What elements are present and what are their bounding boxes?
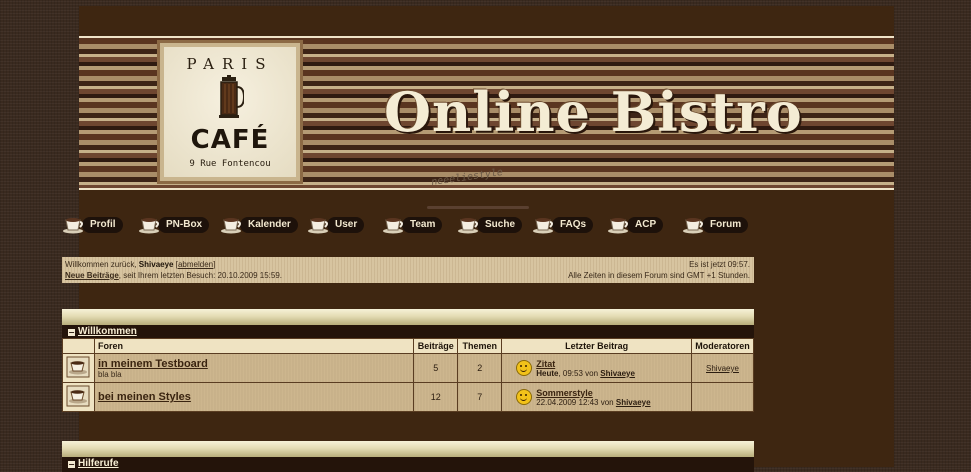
table-header-row: Foren Beiträge Themen Letzter Beitrag Mo…: [62, 338, 755, 354]
coffee-cup-icon: [221, 218, 241, 234]
header-last-post: Letzter Beitrag: [501, 338, 692, 354]
forum-cell: bei meinen Styles: [93, 382, 415, 412]
coffee-cup-icon: [383, 218, 403, 234]
nav-pn-box[interactable]: PN-Box: [138, 214, 210, 236]
new-posts-link[interactable]: Neue Beiträge: [65, 271, 119, 280]
nav-label: PN-Box: [158, 217, 210, 233]
nav-label: FAQs: [552, 217, 594, 233]
last-post-meta: Heute, 09:53 von Shivaeye: [536, 369, 635, 378]
nav-forum[interactable]: Forum: [682, 214, 749, 236]
last-post-link[interactable]: Zitat: [536, 359, 635, 369]
forum-table: Foren Beiträge Themen Letzter Beitrag Mo…: [62, 338, 755, 412]
logout-link[interactable]: abmelden: [178, 260, 213, 269]
logo-address: 9 Rue Fontencou: [189, 159, 271, 169]
nav-kalender[interactable]: Kalender: [220, 214, 298, 236]
last-post-time: , 09:53 von: [558, 368, 601, 378]
smiley-icon: [516, 389, 533, 405]
last-post-user[interactable]: Shivaeye: [616, 398, 651, 407]
collapse-icon[interactable]: −: [67, 460, 76, 469]
threads-count: 2: [457, 353, 503, 383]
coffee-cup-icon: [458, 218, 478, 234]
nav-label: ACP: [627, 217, 664, 233]
threads-count: 7: [457, 382, 503, 412]
nav-team[interactable]: Team: [382, 214, 443, 236]
nav-label: Profil: [82, 217, 123, 233]
site-title: Online Bistro: [384, 80, 803, 144]
table-row: in meinem Testboard bla bla 5 2 Zitat He…: [62, 353, 755, 383]
category-title[interactable]: Willkommen: [78, 326, 137, 337]
forum-coffee-icon: [66, 385, 90, 407]
header-threads: Themen: [457, 338, 503, 354]
coffee-cup-icon: [63, 218, 83, 234]
username[interactable]: Shivaeye: [139, 260, 174, 269]
moderator-cell: Shivaeye: [690, 353, 755, 383]
new-posts-line: Neue Beiträge, seit Ihrem letzten Besuch…: [65, 271, 282, 280]
collapse-icon[interactable]: −: [67, 328, 76, 337]
posts-count: 5: [413, 353, 459, 383]
last-post-link[interactable]: Sommerstyle: [536, 388, 650, 398]
forum-coffee-icon: [66, 356, 90, 378]
welcome-panel: Willkommen zurück, Shivaeye [abmelden] N…: [62, 257, 754, 283]
moderator-link[interactable]: Shivaeye: [706, 364, 739, 373]
nav-label: Forum: [702, 217, 749, 233]
nav-label: User: [327, 217, 365, 233]
forum-icon-cell: [62, 382, 95, 412]
category-header: − Hilferufe: [62, 457, 754, 472]
current-time: Es ist jetzt 09:57.: [689, 260, 750, 269]
welcome-text: Willkommen zurück,: [65, 260, 139, 269]
last-visit-text: , seit Ihrem letzten Besuch: 20.10.2009 …: [118, 271, 283, 280]
nav-label: Kalender: [240, 217, 298, 233]
site-logo[interactable]: PARIS CAFÉ 9 Rue Fontencou: [157, 40, 303, 184]
logo-top-text: PARIS: [186, 55, 274, 73]
table-row: bei meinen Styles 12 7 Sommerstyle 22.04…: [62, 382, 755, 412]
forum-link[interactable]: bei meinen Styles: [95, 391, 413, 403]
moderator-cell: [690, 382, 755, 412]
nav-label: Team: [402, 217, 443, 233]
header-icon: [62, 338, 95, 354]
nav-faqs[interactable]: FAQs: [532, 214, 594, 236]
coffee-cup-icon: [308, 218, 328, 234]
nav-acp[interactable]: ACP: [607, 214, 664, 236]
header-banner: PARIS CAFÉ 9 Rue Fontencou Online Bistro: [79, 36, 894, 190]
category-bar: [62, 309, 754, 325]
nav-user[interactable]: User: [307, 214, 365, 236]
last-post-meta: 22.04.2009 12:43 von Shivaeye: [536, 398, 650, 407]
category-title[interactable]: Hilferufe: [78, 458, 119, 469]
logo-main-text: CAFÉ: [190, 125, 270, 155]
forum-cell: in meinem Testboard bla bla: [93, 353, 415, 383]
nav-label: Suche: [477, 217, 523, 233]
header-posts: Beiträge: [413, 338, 459, 354]
nav-profil[interactable]: Profil: [62, 214, 123, 236]
header-moderators: Moderatoren: [690, 338, 755, 354]
coffee-cup-icon: [139, 218, 159, 234]
nav-suche[interactable]: Suche: [457, 214, 523, 236]
last-post-cell: Sommerstyle 22.04.2009 12:43 von Shivaey…: [501, 382, 692, 412]
timezone-text: Alle Zeiten in diesem Forum sind GMT +1 …: [568, 271, 750, 280]
divider: [427, 206, 529, 209]
header-forums: Foren: [93, 338, 415, 354]
main-nav: Profil PN-Box Kalender User Team Suche F…: [62, 214, 762, 236]
coffee-press-icon: [219, 75, 244, 118]
coffee-cup-icon: [608, 218, 628, 234]
last-post-user[interactable]: Shivaeye: [600, 369, 635, 378]
last-post-cell: Zitat Heute, 09:53 von Shivaeye: [501, 353, 692, 383]
last-post-date: 22.04.2009: [536, 397, 577, 407]
smiley-icon: [516, 360, 533, 376]
category-bar: [62, 441, 754, 457]
logo-card: PARIS CAFÉ 9 Rue Fontencou: [164, 47, 296, 177]
forum-link[interactable]: in meinem Testboard: [95, 358, 413, 370]
welcome-line: Willkommen zurück, Shivaeye [abmelden]: [65, 260, 216, 269]
top-bar: [79, 6, 894, 34]
posts-count: 12: [413, 382, 459, 412]
last-post-date: Heute: [536, 368, 559, 378]
forum-icon-cell: [62, 353, 95, 383]
forum-description: bla bla: [97, 369, 122, 379]
coffee-cup-icon: [533, 218, 553, 234]
coffee-cup-icon: [683, 218, 703, 234]
last-post-time: 12:43 von: [576, 397, 616, 407]
